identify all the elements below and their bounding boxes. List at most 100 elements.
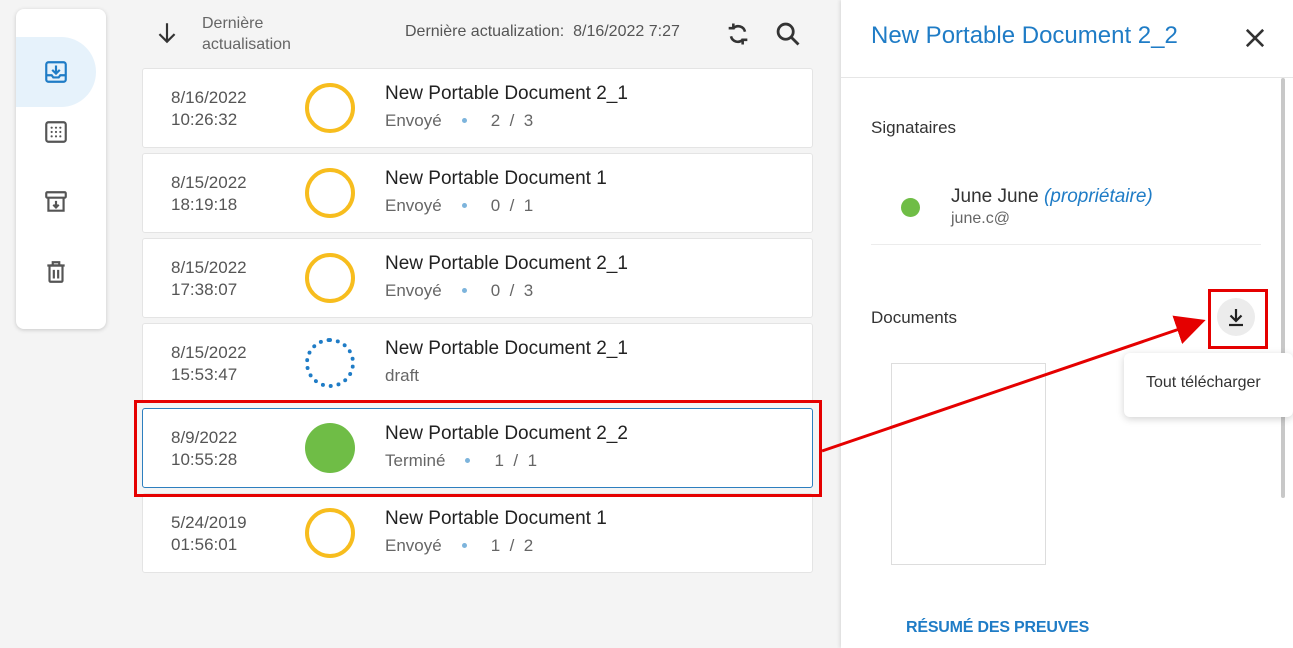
separator-dot [461,287,467,293]
trash-icon [47,261,65,283]
row-total: 3 [523,111,534,130]
document-row[interactable]: 8/15/2022 15:53:47 New Portable Document 2… [142,323,813,403]
row-subtitle: Envoyé 1 / 2 [385,536,533,556]
row-date-time: 10:55:28 [171,450,238,469]
status-indicator [305,338,355,388]
status-indicator [305,253,355,303]
row-total: 1 [527,451,538,470]
row-date-time: 01:56:01 [171,535,238,554]
row-signed-count: 0 / 3 [490,281,534,300]
row-date: 8/9/2022 10:55:28 [171,427,237,471]
side-rail [16,9,106,329]
arrow-down-icon[interactable] [154,20,180,46]
row-date: 8/15/2022 17:38:07 [171,257,247,301]
row-date: 8/15/2022 15:53:47 [171,342,247,386]
document-row[interactable]: 5/24/2019 01:56:01 New Portable Document 1… [142,493,813,573]
download-tooltip: Tout télécharger [1124,353,1293,417]
row-status: Envoyé [385,196,442,215]
row-date: 8/15/2022 18:19:18 [171,172,247,216]
document-list: 8/16/2022 10:26:32 New Portable Document 2… [142,68,813,578]
row-total: 3 [523,281,534,300]
divider [871,244,1261,245]
row-date-day: 8/15/2022 [171,173,247,192]
dotted-square-icon [45,121,67,143]
row-signed: 0 [490,281,501,300]
row-title: New Portable Document 2_1 [385,83,628,104]
row-signed-count: 1 / 2 [490,536,534,555]
last-update-value: 8/16/2022 7:27 [573,23,680,40]
row-date-time: 15:53:47 [171,365,238,384]
panel-title: New Portable Document 2_2 [871,22,1178,49]
rail-item-drafts[interactable] [16,97,96,167]
row-subtitle: Envoyé 2 / 3 [385,111,533,131]
signer-role: (propriétaire) [1043,186,1153,207]
row-date-time: 17:38:07 [171,280,238,299]
row-title: New Portable Document 2_2 [385,423,628,444]
status-indicator [305,423,355,473]
row-signed-count: 2 / 3 [490,111,534,130]
row-subtitle: draft [385,366,419,386]
sort-label[interactable]: Dernière actualisation [202,13,332,55]
search-icon[interactable] [774,20,802,48]
document-row[interactable]: 8/15/2022 18:19:18 New Portable Document 1… [142,153,813,233]
panel-header: New Portable Document 2_2 [841,0,1293,78]
row-status: Terminé [385,451,446,470]
last-update: Dernière actualization: 8/16/2022 7:27 [405,23,680,41]
separator-dot [461,117,467,123]
row-status: Envoyé [385,536,442,555]
row-total: 2 [523,536,534,555]
row-status: draft [385,366,420,385]
row-signed: 1 [490,536,501,555]
row-title: New Portable Document 2_1 [385,253,628,274]
separator-dot [461,542,467,548]
row-date-time: 10:26:32 [171,110,238,129]
document-row[interactable]: 8/9/2022 10:55:28 New Portable Document 2_… [142,408,813,488]
proof-summary-link[interactable]: RÉSUMÉ DES PREUVES [906,619,1089,637]
signer-email: june.c@ [951,210,1010,227]
document-row[interactable]: 8/16/2022 10:26:32 New Portable Document 2… [142,68,813,148]
signers-heading: Signataires [871,118,957,137]
detail-panel: New Portable Document 2_2 Signataires Ju… [841,0,1293,648]
refresh-icon[interactable] [724,20,752,48]
annotation-highlight-download [1208,289,1268,349]
separator-dot [461,202,467,208]
row-date-day: 8/16/2022 [171,88,247,107]
row-total: 1 [523,196,534,215]
rail-item-archive[interactable] [16,167,96,237]
row-date: 5/24/2019 01:56:01 [171,512,247,556]
panel-scrollbar[interactable] [1281,78,1285,498]
row-signed-count: 1 / 1 [494,451,538,470]
row-date-day: 8/9/2022 [171,428,238,447]
signer-name: June June (propriétaire) [951,186,1153,208]
row-date-day: 8/15/2022 [171,258,247,277]
row-signed-count: 0 / 1 [490,196,534,215]
rail-item-trash[interactable] [16,237,96,307]
archive-icon [45,191,67,212]
row-subtitle: Terminé 1 / 1 [385,451,537,471]
row-signed: 0 [490,196,501,215]
row-status: Envoyé [385,111,442,130]
row-title: New Portable Document 2_1 [385,338,628,359]
signer-status-dot [901,198,920,217]
documents-heading: Documents [871,308,957,327]
last-update-label: Dernière actualization: [405,23,565,40]
signer-name-text: June June [951,186,1039,207]
row-date-day: 8/15/2022 [171,343,247,362]
status-indicator [305,508,355,558]
status-indicator [305,83,355,133]
close-icon[interactable] [1241,24,1269,52]
document-thumbnail[interactable] [891,363,1046,565]
separator-dot [465,457,471,463]
row-title: New Portable Document 1 [385,168,607,189]
status-indicator [305,168,355,218]
row-signed: 1 [494,451,504,470]
row-title: New Portable Document 1 [385,508,607,529]
inbox-download-icon [45,61,67,83]
document-row[interactable]: 8/15/2022 17:38:07 New Portable Document 2… [142,238,813,318]
row-subtitle: Envoyé 0 / 3 [385,281,533,301]
row-subtitle: Envoyé 0 / 1 [385,196,533,216]
row-signed: 2 [490,111,501,130]
app: Dernière actualisation Dernière actualiz… [0,0,1293,648]
list-toolbar: Dernière actualisation Dernière actualiz… [142,0,812,68]
row-status: Envoyé [385,281,442,300]
